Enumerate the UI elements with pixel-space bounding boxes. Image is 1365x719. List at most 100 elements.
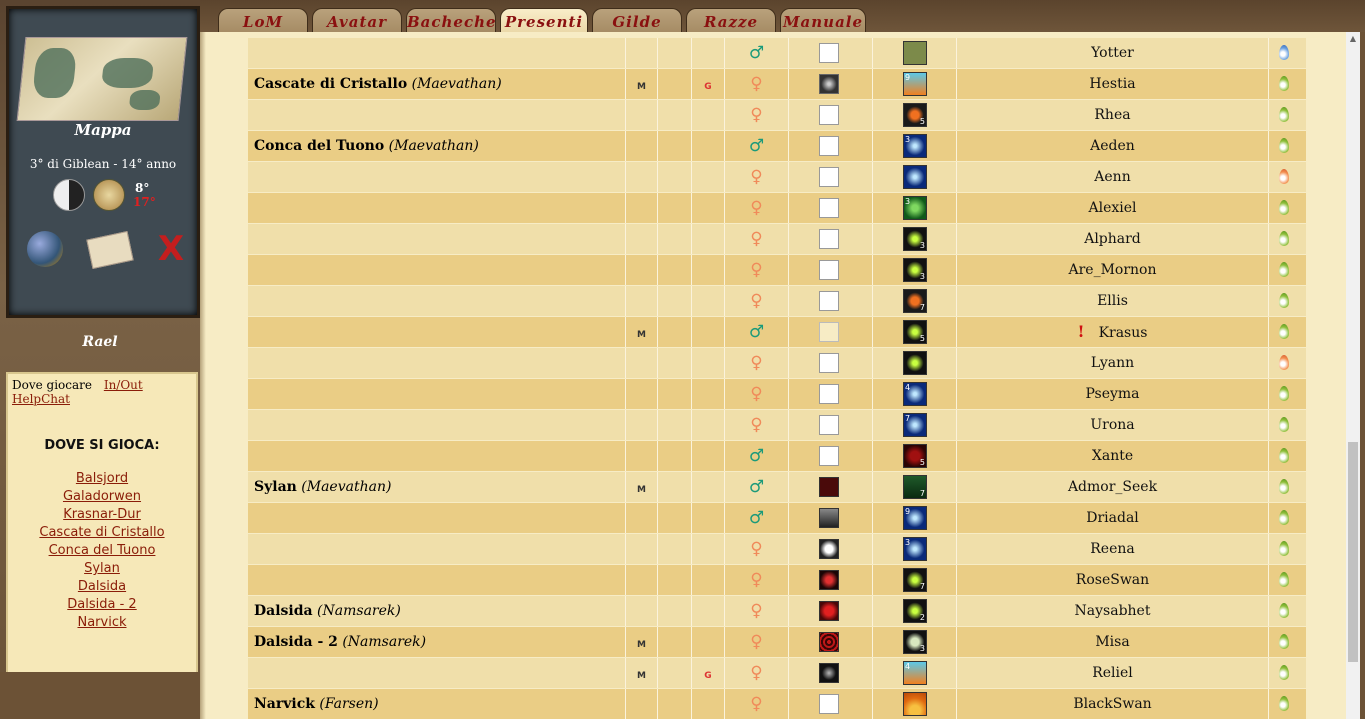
crest-symbol-icon[interactable] — [819, 105, 839, 125]
crest-symbol-icon[interactable] — [819, 446, 839, 466]
player-name[interactable]: Admor_Seek — [1068, 479, 1157, 495]
crest-symbol-icon[interactable] — [819, 260, 839, 280]
player-name[interactable]: BlackSwan — [1073, 696, 1151, 712]
scrollbar[interactable]: ▲ — [1346, 32, 1360, 719]
green-drop-icon[interactable] — [1279, 107, 1289, 122]
player-name[interactable]: Aeden — [1090, 138, 1135, 154]
green-drop-icon[interactable] — [1279, 479, 1289, 494]
crest-symbol-icon[interactable] — [819, 415, 839, 435]
orange-drop-icon[interactable] — [1279, 169, 1289, 184]
globe-icon[interactable] — [27, 231, 63, 267]
scrollbar-thumb[interactable] — [1348, 442, 1358, 662]
blue-drop-icon[interactable] — [1279, 45, 1289, 60]
blue-race-icon[interactable]: 7 — [903, 413, 927, 437]
butterfly-race-icon[interactable]: 5 — [903, 320, 927, 344]
location-name[interactable]: Dalsida — [254, 603, 313, 619]
blue-race-icon[interactable]: 9 — [903, 506, 927, 530]
music-symbol-icon[interactable] — [819, 508, 839, 528]
shieldgreen-race-icon[interactable]: 7 — [903, 475, 927, 499]
place-link[interactable]: Conca del Tuono — [8, 542, 196, 560]
location-name[interactable]: Narvick — [254, 696, 315, 712]
crest-symbol-icon[interactable] — [819, 353, 839, 373]
place-link[interactable]: Krasnar-Dur — [8, 506, 196, 524]
butterfly-race-icon[interactable] — [903, 351, 927, 375]
elder-race-icon[interactable] — [903, 41, 927, 65]
orange-drop-icon[interactable] — [1279, 355, 1289, 370]
crest-symbol-icon[interactable] — [819, 136, 839, 156]
dark-symbol-icon[interactable] — [819, 663, 839, 683]
butterfly-race-icon[interactable]: 3 — [903, 227, 927, 251]
crest-symbol-icon[interactable] — [819, 43, 839, 63]
scroll-up-arrow-icon[interactable]: ▲ — [1346, 32, 1360, 46]
player-name[interactable]: Misa — [1095, 634, 1129, 650]
green-drop-icon[interactable] — [1279, 510, 1289, 525]
location-name[interactable]: Sylan — [254, 479, 297, 495]
place-link[interactable]: Cascate di Cristallo — [8, 524, 196, 542]
butterfly-race-icon[interactable]: 2 — [903, 599, 927, 623]
green-drop-icon[interactable] — [1279, 293, 1289, 308]
green-drop-icon[interactable] — [1279, 448, 1289, 463]
blue-race-icon[interactable]: 4 — [903, 382, 927, 406]
place-link[interactable]: Sylan — [8, 560, 196, 578]
fire-race-icon[interactable]: 4 — [903, 661, 927, 685]
tab-manuale[interactable]: Manuale — [780, 8, 866, 33]
fish-race-icon[interactable]: 7 — [903, 289, 927, 313]
lily-symbol-icon[interactable] — [819, 322, 839, 342]
tab-razze[interactable]: Razze — [686, 8, 776, 33]
player-name[interactable]: Reliel — [1092, 665, 1133, 681]
close-icon[interactable]: X — [153, 231, 189, 267]
place-link[interactable]: Dalsida - 2 — [8, 596, 196, 614]
tree-race-icon[interactable]: 3 — [903, 196, 927, 220]
place-link[interactable]: Balsjord — [8, 470, 196, 488]
green-drop-icon[interactable] — [1279, 200, 1289, 215]
player-name[interactable]: Yotter — [1091, 45, 1134, 61]
green-drop-icon[interactable] — [1279, 324, 1289, 339]
location-name[interactable]: Cascate di Cristallo — [254, 76, 407, 92]
redpattern-symbol-icon[interactable] — [819, 632, 839, 652]
tab-presenti[interactable]: Presenti — [500, 8, 588, 33]
player-name[interactable]: Hestia — [1089, 76, 1135, 92]
blood-race-icon[interactable]: 5 — [903, 444, 927, 468]
butterfly-race-icon[interactable]: 3 — [903, 258, 927, 282]
fire-race-icon[interactable]: 9 — [903, 72, 927, 96]
player-name[interactable]: Alexiel — [1088, 200, 1136, 216]
letter-icon[interactable] — [86, 230, 134, 270]
green-drop-icon[interactable] — [1279, 634, 1289, 649]
green-drop-icon[interactable] — [1279, 572, 1289, 587]
green-drop-icon[interactable] — [1279, 262, 1289, 277]
player-name[interactable]: RoseSwan — [1076, 572, 1149, 588]
green-drop-icon[interactable] — [1279, 603, 1289, 618]
green-drop-icon[interactable] — [1279, 138, 1289, 153]
player-name[interactable]: Urona — [1090, 417, 1134, 433]
tab-bacheche[interactable]: Bacheche — [406, 8, 496, 33]
green-drop-icon[interactable] — [1279, 76, 1289, 91]
player-name[interactable]: Naysabhet — [1075, 603, 1151, 619]
butterfly-race-icon[interactable]: 7 — [903, 568, 927, 592]
shell-race-icon[interactable] — [903, 692, 927, 716]
player-name[interactable]: Lyann — [1091, 355, 1134, 371]
world-map-icon[interactable] — [16, 37, 188, 121]
blue-race-icon[interactable] — [903, 165, 927, 189]
subnav-in-out[interactable]: In/Out — [104, 378, 143, 392]
crest-symbol-icon[interactable] — [819, 198, 839, 218]
redflower-symbol-icon[interactable] — [819, 601, 839, 621]
place-link[interactable]: Dalsida — [8, 578, 196, 596]
player-name[interactable]: Pseyma — [1085, 386, 1139, 402]
player-name[interactable]: Reena — [1090, 541, 1134, 557]
subnav-dove-giocare[interactable]: Dove giocare — [12, 378, 92, 392]
green-drop-icon[interactable] — [1279, 541, 1289, 556]
crest-symbol-icon[interactable] — [819, 229, 839, 249]
rose-symbol-icon[interactable] — [819, 570, 839, 590]
player-name[interactable]: Xante — [1092, 448, 1133, 464]
skull-race-icon[interactable]: 3 — [903, 630, 927, 654]
player-name[interactable]: Ellis — [1097, 293, 1128, 309]
green-drop-icon[interactable] — [1279, 231, 1289, 246]
subnav-helpchat[interactable]: HelpChat — [12, 392, 70, 406]
mask-symbol-icon[interactable] — [819, 539, 839, 559]
place-link[interactable]: Narvick — [8, 614, 196, 632]
tab-lom[interactable]: LoM — [218, 8, 308, 33]
player-name[interactable]: Driadal — [1086, 510, 1139, 526]
green-drop-icon[interactable] — [1279, 417, 1289, 432]
player-name[interactable]: Aenn — [1094, 169, 1130, 185]
player-name[interactable]: Alphard — [1084, 231, 1141, 247]
